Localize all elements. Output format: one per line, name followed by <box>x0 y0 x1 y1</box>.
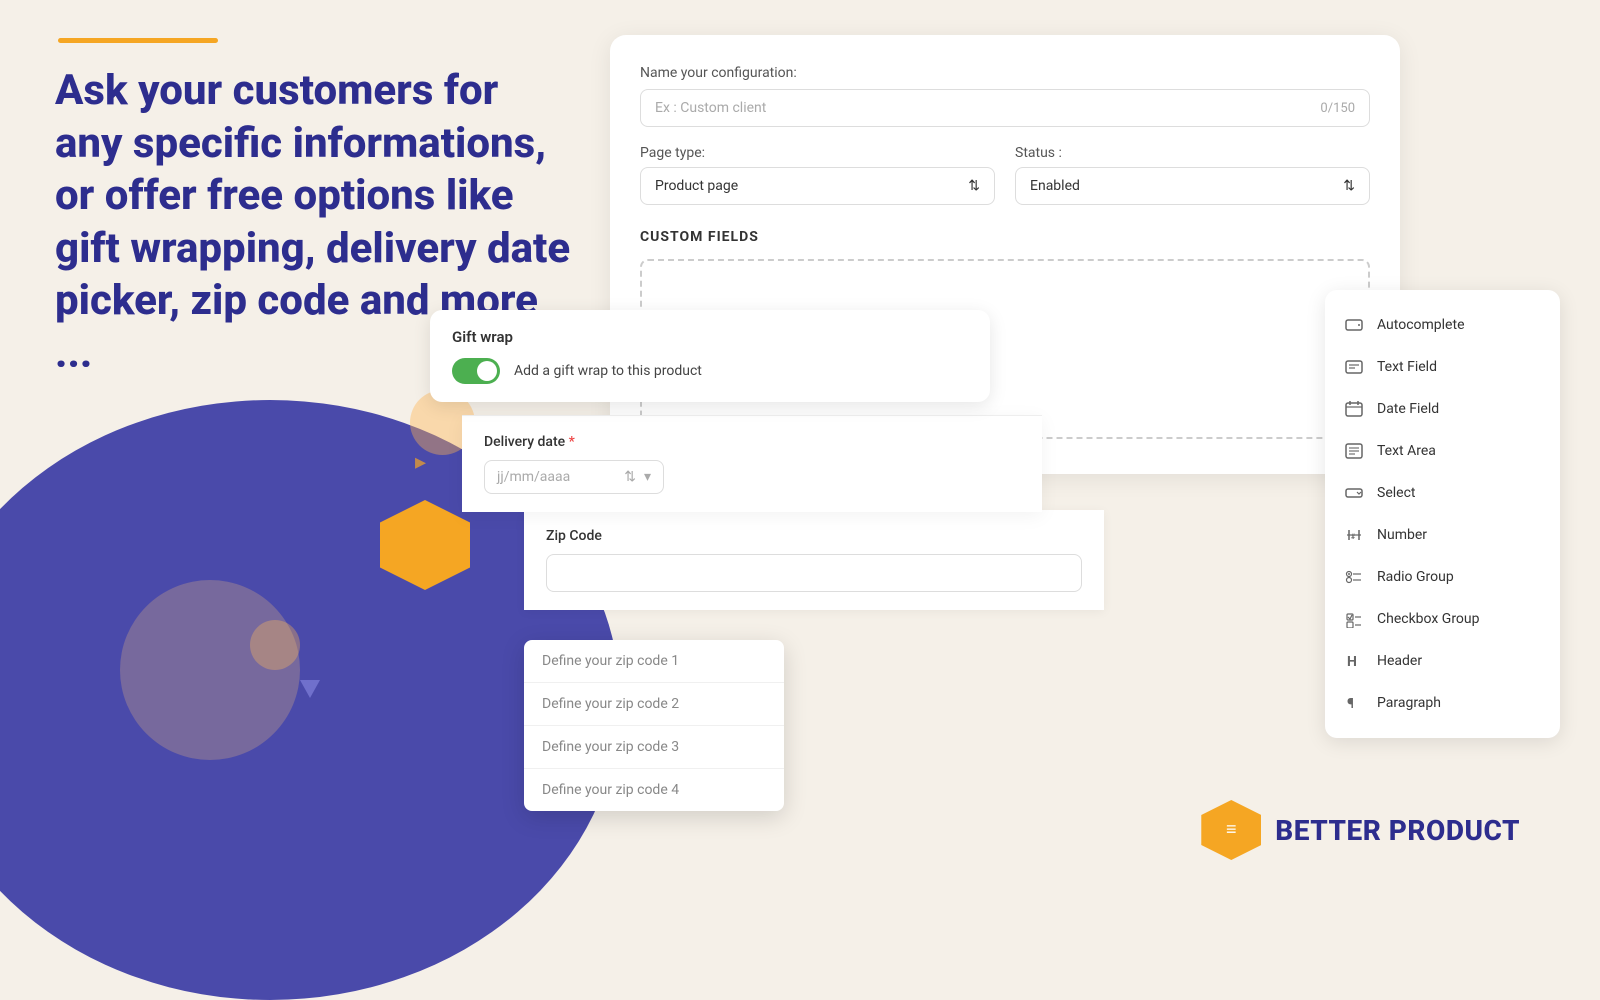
sidebar-item-number[interactable]: # Number <box>1325 514 1560 556</box>
field-type-sidebar: Autocomplete Text Field Date Field Text … <box>1325 290 1560 738</box>
sidebar-item-autocomplete[interactable]: Autocomplete <box>1325 304 1560 346</box>
svg-text:¶: ¶ <box>1347 696 1354 712</box>
gift-wrap-card: Gift wrap Add a gift wrap to this produc… <box>430 310 990 402</box>
delivery-date-card: Delivery date * jj/mm/aaaa ⇅ ▾ <box>462 415 1042 512</box>
gift-wrap-toggle[interactable] <box>452 358 500 384</box>
zip-option-3[interactable]: Define your zip code 3 <box>524 726 784 769</box>
date-field-icon <box>1343 398 1365 420</box>
date-placeholder: jj/mm/aaaa <box>497 469 570 485</box>
autocomplete-icon <box>1343 314 1365 336</box>
char-count: 0/150 <box>1320 101 1355 116</box>
svg-text:#: # <box>1351 533 1356 541</box>
page-type-chevron-icon: ⇅ <box>968 178 980 194</box>
deco-circle-3 <box>120 580 300 760</box>
sidebar-item-header[interactable]: H Header <box>1325 640 1560 682</box>
checkbox-group-icon <box>1343 608 1365 630</box>
svg-text:H: H <box>1347 654 1357 670</box>
config-name-label: Name your configuration: <box>640 65 1370 81</box>
zip-code-title: Zip Code <box>546 528 1082 544</box>
sidebar-label-text-field: Text Field <box>1377 359 1437 375</box>
status-label: Status : <box>1015 145 1370 161</box>
paragraph-icon: ¶ <box>1343 692 1365 714</box>
status-group: Status : Enabled ⇅ <box>1015 145 1370 205</box>
sidebar-item-radio-group[interactable]: Radio Group <box>1325 556 1560 598</box>
zip-option-2[interactable]: Define your zip code 2 <box>524 683 784 726</box>
sidebar-label-checkbox-group: Checkbox Group <box>1377 611 1480 627</box>
zip-option-4[interactable]: Define your zip code 4 <box>524 769 784 811</box>
sidebar-item-text-field[interactable]: Text Field <box>1325 346 1560 388</box>
deco-arrow-right: ▸ <box>415 450 426 475</box>
status-value: Enabled <box>1030 178 1080 194</box>
zip-code-card: Zip Code <box>524 510 1104 610</box>
sidebar-label-select: Select <box>1377 485 1415 501</box>
required-indicator: * <box>569 434 575 450</box>
sidebar-label-date-field: Date Field <box>1377 401 1439 417</box>
sidebar-label-header: Header <box>1377 653 1422 669</box>
gift-wrap-title: Gift wrap <box>452 328 968 346</box>
sidebar-item-text-area[interactable]: Text Area <box>1325 430 1560 472</box>
sidebar-label-radio-group: Radio Group <box>1377 569 1454 585</box>
sidebar-item-date-field[interactable]: Date Field <box>1325 388 1560 430</box>
sidebar-label-autocomplete: Autocomplete <box>1377 317 1465 333</box>
custom-fields-title: CUSTOM FIELDS <box>640 229 1370 245</box>
delivery-title: Delivery date * <box>484 434 1020 450</box>
config-name-placeholder: Ex : Custom client <box>655 100 766 116</box>
sidebar-item-paragraph[interactable]: ¶ Paragraph <box>1325 682 1560 724</box>
sidebar-item-select[interactable]: Select <box>1325 472 1560 514</box>
status-select[interactable]: Enabled ⇅ <box>1015 167 1370 205</box>
config-panel: Name your configuration: Ex : Custom cli… <box>610 35 1400 474</box>
deco-arrow-left: ◂ <box>320 450 331 475</box>
zip-dropdown: Define your zip code 1 Define your zip c… <box>524 640 784 811</box>
gift-wrap-text: Add a gift wrap to this product <box>514 363 702 379</box>
text-area-icon <box>1343 440 1365 462</box>
number-icon: # <box>1343 524 1365 546</box>
page-type-select[interactable]: Product page ⇅ <box>640 167 995 205</box>
page-type-group: Page type: Product page ⇅ <box>640 145 995 205</box>
sidebar-item-checkbox-group[interactable]: Checkbox Group <box>1325 598 1560 640</box>
zip-code-input[interactable] <box>546 554 1082 592</box>
page-type-value: Product page <box>655 178 738 194</box>
date-stepper-icon: ⇅ <box>624 469 636 485</box>
brand-hex-icon: ≡ <box>1226 821 1237 839</box>
text-field-icon <box>1343 356 1365 378</box>
sidebar-label-text-area: Text Area <box>1377 443 1436 459</box>
brand-hexagon: ≡ <box>1201 800 1261 860</box>
deco-triangle <box>300 680 320 698</box>
config-name-input[interactable]: Ex : Custom client 0/150 <box>640 89 1370 127</box>
brand-name: BETTER PRODUCT <box>1275 814 1520 847</box>
sidebar-label-number: Number <box>1377 527 1427 543</box>
zip-option-1[interactable]: Define your zip code 1 <box>524 640 784 683</box>
radio-group-icon <box>1343 566 1365 588</box>
delivery-date-input[interactable]: jj/mm/aaaa ⇅ ▾ <box>484 460 664 494</box>
select-icon <box>1343 482 1365 504</box>
calendar-icon: ▾ <box>644 469 651 485</box>
page-type-label: Page type: <box>640 145 995 161</box>
sidebar-label-paragraph: Paragraph <box>1377 695 1441 711</box>
accent-line <box>58 38 218 43</box>
branding-section: ≡ BETTER PRODUCT <box>1201 800 1520 860</box>
header-icon: H <box>1343 650 1365 672</box>
toggle-knob <box>477 361 497 381</box>
status-chevron-icon: ⇅ <box>1343 178 1355 194</box>
